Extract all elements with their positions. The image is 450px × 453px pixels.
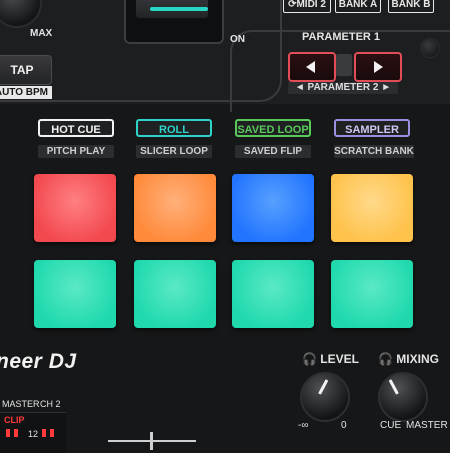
parameter-left-button[interactable]: [288, 52, 336, 82]
performance-pad-7[interactable]: [232, 260, 314, 328]
level-min-label: -∞: [298, 420, 309, 431]
roll-button[interactable]: ROLL: [136, 119, 212, 137]
mixing-label: 🎧 MIXING: [378, 352, 439, 366]
meter-clip-label: CLIP: [4, 415, 25, 425]
fader-well: [124, 0, 224, 44]
level-meter: MASTER CH 2 CLIP 12: [0, 399, 66, 453]
meter-segment: [6, 429, 10, 437]
brand-logo: neer DJ: [0, 350, 77, 373]
arrow-right-small-icon: ►: [381, 82, 392, 93]
bank-a-label: BANK A: [335, 0, 381, 13]
on-label: ON: [230, 34, 245, 45]
midi-label: ⟳MIDI 2: [283, 0, 331, 13]
meter-segment: [42, 429, 46, 437]
knob-pointer: [318, 379, 329, 395]
tap-button[interactable]: TAP: [0, 55, 52, 85]
arrow-right-icon: [374, 61, 383, 73]
meter-segment: [50, 429, 54, 437]
fader-indicator: [150, 7, 208, 11]
arrow-left-icon: [306, 61, 315, 73]
meter-12-label: 12: [28, 429, 39, 439]
scratch-bank-label: SCRATCH BANK: [334, 145, 414, 158]
knob-pointer: [388, 379, 399, 395]
saved-flip-label: SAVED FLIP: [235, 145, 311, 158]
performance-pad-5[interactable]: [34, 260, 116, 328]
bank-b-label: BANK B: [388, 0, 434, 13]
hot-cue-button[interactable]: HOT CUE: [38, 119, 114, 137]
performance-pad-6[interactable]: [134, 260, 216, 328]
pitch-play-label: PITCH PLAY: [38, 145, 114, 158]
headphones-mixing-knob[interactable]: [378, 372, 428, 422]
parameter-2-label: ◄ PARAMETER 2 ►: [288, 82, 398, 94]
parameter-1-label: PARAMETER 1: [302, 31, 381, 43]
headphones-level-knob[interactable]: [300, 372, 350, 422]
headphones-icon: 🎧: [378, 352, 393, 366]
headphones-icon: 🎧: [302, 352, 317, 366]
mixing-cue-label: CUE: [380, 420, 402, 431]
auto-bpm-label: AUTO BPM: [0, 86, 52, 99]
saved-loop-button[interactable]: SAVED LOOP: [235, 119, 311, 137]
meter-ch2-label: CH 2: [40, 399, 61, 409]
mixing-master-label: MASTER: [406, 420, 448, 431]
sampler-button[interactable]: SAMPLER: [334, 119, 410, 137]
bottom-fader-marker: [150, 432, 153, 450]
level-label: 🎧 LEVEL: [302, 352, 359, 366]
fader-cap[interactable]: [136, 0, 208, 18]
knob-max-label: MAX: [30, 28, 53, 39]
performance-pad-4[interactable]: [331, 174, 413, 242]
level-max-label: 0: [341, 420, 347, 431]
performance-pad-1[interactable]: [34, 174, 116, 242]
slicer-loop-label: SLICER LOOP: [136, 145, 212, 158]
meter-segment: [14, 429, 18, 437]
meter-master-label: MASTER: [2, 399, 40, 409]
parameter-right-button[interactable]: [354, 52, 402, 82]
arrow-left-small-icon: ◄: [294, 82, 305, 93]
screw-cap: [420, 38, 440, 58]
parameter-separator: [336, 54, 352, 76]
performance-pad-3[interactable]: [232, 174, 314, 242]
performance-pad-8[interactable]: [331, 260, 413, 328]
performance-pad-2[interactable]: [134, 174, 216, 242]
